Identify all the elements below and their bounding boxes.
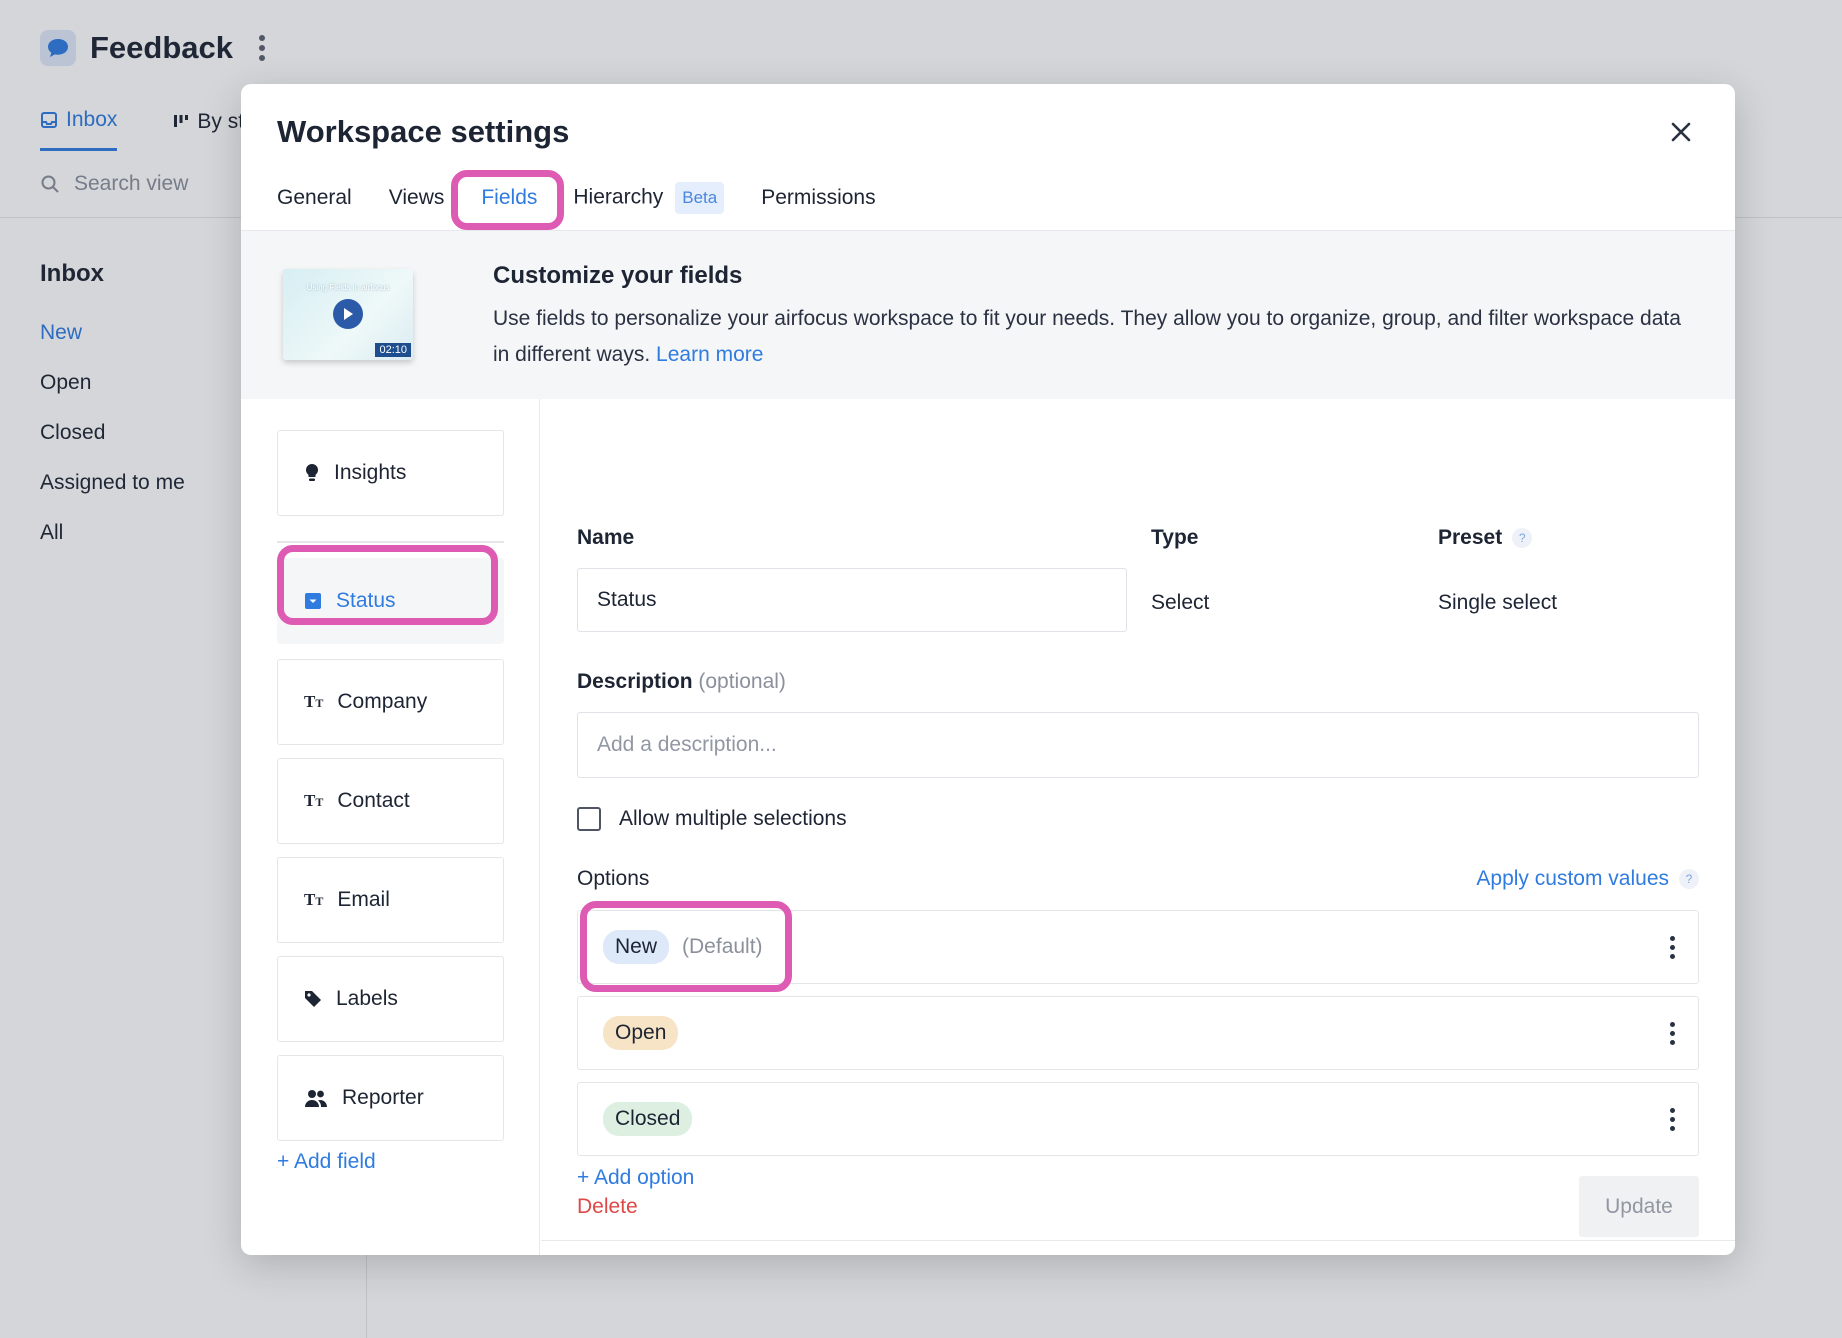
text-icon: TT bbox=[304, 890, 324, 909]
tab-views[interactable]: Views bbox=[389, 186, 445, 210]
apply-custom-values-link[interactable]: Apply custom values? bbox=[1476, 867, 1699, 891]
type-value: Select bbox=[1151, 591, 1210, 614]
text-icon: TT bbox=[304, 692, 324, 711]
field-divider bbox=[277, 541, 504, 543]
field-item-label: Email bbox=[337, 888, 390, 911]
tab-general[interactable]: General bbox=[277, 186, 352, 210]
allow-multiple-checkbox[interactable] bbox=[577, 807, 601, 831]
type-label: Type bbox=[1151, 526, 1199, 549]
field-item-label: Labels bbox=[336, 987, 398, 1010]
video-duration: 02:10 bbox=[375, 343, 411, 357]
intro-text: Use fields to personalize your airfocus … bbox=[493, 301, 1703, 373]
add-option-button[interactable]: + Add option bbox=[577, 1166, 694, 1190]
field-item-label: Company bbox=[337, 690, 428, 713]
field-item-reporter[interactable]: Reporter bbox=[277, 1055, 504, 1141]
option-pill-open: Open bbox=[603, 1016, 679, 1050]
highlight-fields-tab bbox=[451, 170, 564, 230]
options-label: Options bbox=[577, 867, 650, 890]
tab-hierarchy-label: Hierarchy bbox=[573, 185, 664, 209]
allow-multiple-label: Allow multiple selections bbox=[619, 807, 847, 830]
name-input[interactable]: Status bbox=[577, 568, 1127, 632]
name-label: Name bbox=[577, 526, 635, 549]
play-icon[interactable] bbox=[333, 299, 363, 329]
field-item-labels[interactable]: Labels bbox=[277, 956, 504, 1042]
users-icon bbox=[305, 1090, 327, 1107]
preset-label-text: Preset bbox=[1438, 526, 1503, 549]
description-label-text: Description bbox=[577, 670, 693, 693]
beta-badge: Beta bbox=[675, 182, 725, 214]
close-button[interactable] bbox=[1663, 114, 1699, 150]
learn-more-link[interactable]: Learn more bbox=[656, 343, 763, 366]
footer-divider bbox=[541, 1240, 1735, 1241]
intro-heading: Customize your fields bbox=[493, 262, 743, 289]
field-item-label: Insights bbox=[334, 461, 407, 484]
modal-title: Workspace settings bbox=[277, 114, 570, 149]
option-row-open[interactable]: Open bbox=[577, 996, 1699, 1070]
intro-section: Using Fields in airfocus 02:10 Customize… bbox=[241, 231, 1735, 399]
close-icon bbox=[1671, 122, 1691, 142]
option-menu-icon[interactable] bbox=[1670, 1108, 1675, 1131]
update-button[interactable]: Update bbox=[1579, 1176, 1699, 1237]
tab-hierarchy[interactable]: Hierarchy Beta bbox=[573, 182, 725, 214]
option-menu-icon[interactable] bbox=[1670, 1022, 1675, 1045]
apply-custom-values-text: Apply custom values bbox=[1476, 867, 1669, 890]
description-label: Description (optional) bbox=[577, 670, 786, 694]
tag-icon bbox=[305, 991, 321, 1007]
field-item-email[interactable]: TT Email bbox=[277, 857, 504, 943]
option-row-closed[interactable]: Closed bbox=[577, 1082, 1699, 1156]
help-icon[interactable]: ? bbox=[1679, 869, 1699, 889]
workspace-settings-modal: Workspace settings General Views Fields … bbox=[241, 84, 1735, 1255]
highlight-status-field bbox=[277, 545, 498, 625]
option-menu-icon[interactable] bbox=[1670, 936, 1675, 959]
delete-button[interactable]: Delete bbox=[577, 1195, 638, 1219]
field-item-contact[interactable]: TT Contact bbox=[277, 758, 504, 844]
optional-note: (optional) bbox=[698, 670, 786, 693]
field-item-label: Contact bbox=[337, 789, 410, 812]
video-thumbnail[interactable]: Using Fields in airfocus 02:10 bbox=[283, 269, 413, 360]
modal-tabs: General Views Fields Hierarchy Beta Permi… bbox=[277, 182, 913, 214]
field-item-insights[interactable]: Insights bbox=[277, 430, 504, 516]
preset-label: Preset? bbox=[1438, 526, 1533, 550]
text-icon: TT bbox=[304, 791, 324, 810]
field-item-company[interactable]: TT Company bbox=[277, 659, 504, 745]
lightbulb-icon bbox=[305, 463, 319, 481]
tab-permissions[interactable]: Permissions bbox=[761, 186, 875, 210]
option-pill-closed: Closed bbox=[603, 1102, 693, 1136]
field-list: Insights Status TT Company TT Contact TT… bbox=[241, 399, 540, 1255]
help-icon[interactable]: ? bbox=[1512, 528, 1533, 549]
add-field-button[interactable]: + Add field bbox=[277, 1150, 376, 1174]
preset-value: Single select bbox=[1438, 591, 1558, 614]
video-thumbnail-title: Using Fields in airfocus bbox=[306, 283, 390, 292]
highlight-new-option bbox=[580, 901, 792, 992]
field-item-label: Reporter bbox=[342, 1086, 424, 1109]
field-editor: Name Type Preset? Status Select Single s… bbox=[541, 399, 1735, 1255]
description-input[interactable]: Add a description... bbox=[577, 712, 1699, 778]
